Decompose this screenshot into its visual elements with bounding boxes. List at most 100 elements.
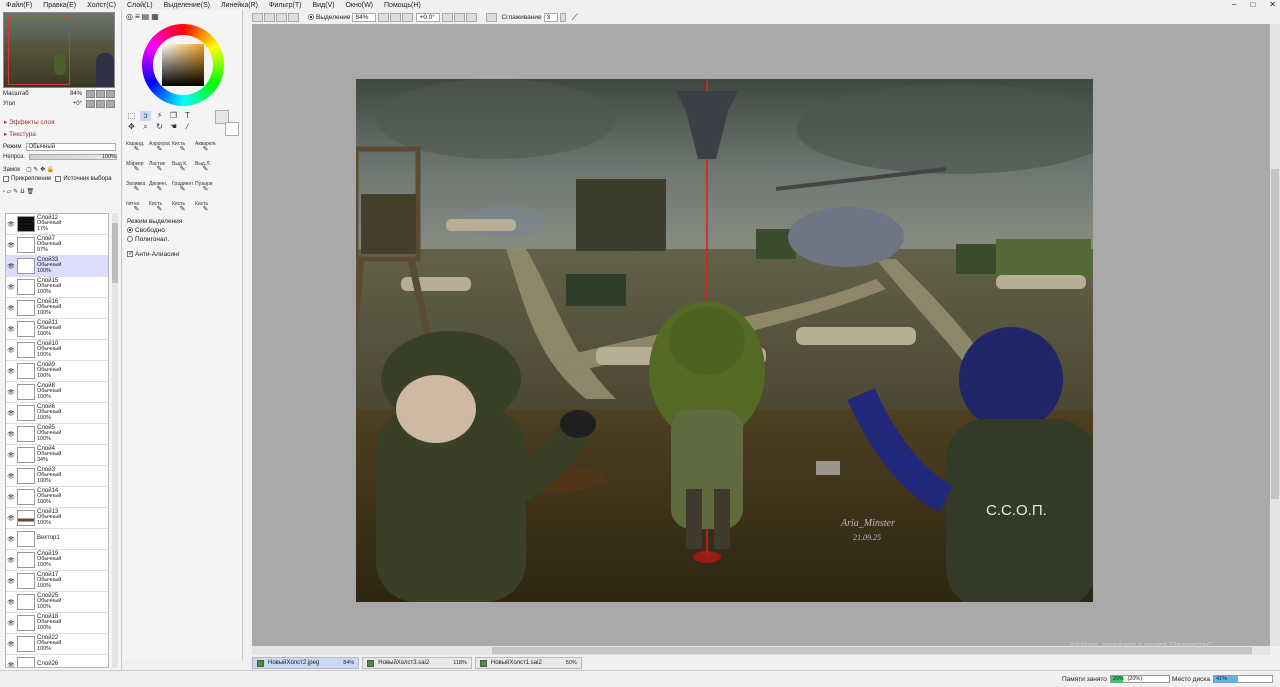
- zoom-in-button[interactable]: [96, 89, 105, 98]
- color-square[interactable]: [162, 44, 204, 86]
- visibility-eye-icon[interactable]: 👁: [6, 599, 16, 606]
- menu-item[interactable]: Вид(V): [312, 2, 334, 9]
- close-icon[interactable]: ✕: [1269, 0, 1276, 9]
- layer-row[interactable]: 👁 Слой12 Обычный 17%: [6, 214, 108, 235]
- brush-slot[interactable]: Кисть ✎: [195, 201, 216, 218]
- visibility-eye-icon[interactable]: 👁: [6, 347, 16, 354]
- menu-item[interactable]: Холст(C): [87, 2, 116, 9]
- toolbar-button-4[interactable]: [288, 12, 299, 22]
- layer-effects-section[interactable]: ▸ Эффекты слоя: [4, 118, 55, 126]
- hand-icon[interactable]: ☚: [168, 122, 179, 132]
- layer-row[interactable]: 👁 Слой18 Обычный 100%: [6, 613, 108, 634]
- maximize-icon[interactable]: □: [1250, 0, 1255, 9]
- canvas-area[interactable]: С.С.О.П. Aria_Minster 21.09.25: [252, 24, 1270, 646]
- flip-icon[interactable]: [486, 12, 498, 22]
- angle-field[interactable]: +0.0°: [416, 12, 441, 22]
- zoom-out-button[interactable]: [86, 89, 95, 98]
- zoom-fit-icon[interactable]: [402, 12, 414, 22]
- rotate-ccw-icon[interactable]: [442, 12, 454, 22]
- delete-layer-icon[interactable]: 🗑: [27, 188, 35, 195]
- rotate-right-button[interactable]: [96, 99, 105, 108]
- visibility-eye-icon[interactable]: 👁: [6, 305, 16, 312]
- layer-row[interactable]: 👁 Слой22 Обычный 100%: [6, 634, 108, 655]
- visibility-eye-icon[interactable]: 👁: [6, 473, 16, 480]
- rect-select-icon[interactable]: ⬚: [126, 111, 137, 121]
- document-tab[interactable]: НовыйХолст2.jpeg 84%: [252, 657, 360, 669]
- rotate-reset-icon[interactable]: [466, 12, 478, 22]
- smoothing-field[interactable]: 3: [543, 12, 558, 22]
- text-icon[interactable]: T: [182, 111, 193, 121]
- brush-slot[interactable]: Кисть ✎: [172, 201, 193, 218]
- visibility-eye-icon[interactable]: 👁: [6, 326, 16, 333]
- visibility-eye-icon[interactable]: 👁: [6, 452, 16, 459]
- smoothing-dropdown[interactable]: [559, 12, 566, 22]
- lock-icons[interactable]: ▢ ✎ ✥ 🔒: [26, 166, 54, 173]
- layer-row[interactable]: 👁 Слой7 Обычный 97%: [6, 235, 108, 256]
- toolbar-button-1[interactable]: [252, 12, 263, 22]
- visibility-eye-icon[interactable]: 👁: [6, 515, 16, 522]
- brush-slot[interactable]: пятно ✎: [126, 201, 147, 218]
- opacity-slider[interactable]: 100%: [28, 154, 117, 160]
- polygon-option[interactable]: Полигонал.: [127, 235, 182, 244]
- visibility-eye-icon[interactable]: 👁: [6, 641, 16, 648]
- canvas-vertical-scrollbar[interactable]: [1270, 24, 1280, 646]
- brush-slot[interactable]: Ластик ✎: [149, 161, 170, 178]
- antialias-option[interactable]: ✓ Анти-Алиасинг: [127, 250, 182, 259]
- scale-value[interactable]: 84%: [33, 91, 85, 97]
- blend-mode-select[interactable]: Обычный: [25, 143, 116, 151]
- visibility-eye-icon[interactable]: 👁: [6, 662, 16, 668]
- brush-slot[interactable]: Заливка ✎: [126, 181, 147, 198]
- brush-slot[interactable]: Акварель ✎: [195, 141, 216, 158]
- layer-row[interactable]: 👁 Слой19 Обычный 100%: [6, 550, 108, 571]
- visibility-eye-icon[interactable]: 👁: [6, 620, 16, 627]
- layer-row[interactable]: 👁 Слой13 Обычный 100%: [6, 508, 108, 529]
- selection-toggle[interactable]: [308, 14, 314, 20]
- layer-row[interactable]: 👁 Слой5 Обычный 100%: [6, 424, 108, 445]
- visibility-eye-icon[interactable]: 👁: [6, 410, 16, 417]
- layer-row[interactable]: 👁 Слой17 Обычный 100%: [6, 571, 108, 592]
- layer-row[interactable]: 👁 Слой11 Обычный 100%: [6, 319, 108, 340]
- brush-slot[interactable]: Аэрограф ✎: [149, 141, 170, 158]
- menu-item[interactable]: Линейка(R): [221, 2, 258, 9]
- visibility-eye-icon[interactable]: 👁: [6, 389, 16, 396]
- merge-icon[interactable]: ⇊: [20, 188, 25, 195]
- layer-row[interactable]: 👁 Слой8 Обычный 100%: [6, 382, 108, 403]
- zoom-out-icon[interactable]: [378, 12, 390, 22]
- artwork-canvas[interactable]: С.С.О.П. Aria_Minster 21.09.25: [356, 79, 1093, 602]
- rotate-left-button[interactable]: [86, 99, 95, 108]
- source-checkbox[interactable]: [55, 176, 62, 182]
- free-option[interactable]: Свободно: [127, 226, 182, 235]
- zoom-reset-button[interactable]: [106, 89, 115, 98]
- zoom-in-icon[interactable]: [390, 12, 402, 22]
- color-bars-tab-icon[interactable]: ≡: [135, 12, 140, 21]
- visibility-eye-icon[interactable]: 👁: [6, 242, 16, 249]
- menu-item[interactable]: Правка(E): [43, 2, 76, 9]
- layer-row[interactable]: 👁 Слой26: [6, 655, 108, 668]
- visibility-eye-icon[interactable]: 👁: [6, 431, 16, 438]
- document-tab[interactable]: НовыйХолст3.sai2 118%: [362, 657, 472, 669]
- new-vector-icon[interactable]: ✎: [13, 188, 18, 195]
- visibility-eye-icon[interactable]: 👁: [6, 578, 16, 585]
- layer-row[interactable]: 👁 Слой9 Обычный 100%: [6, 361, 108, 382]
- angle-value[interactable]: +0°: [33, 101, 85, 107]
- color-wheel[interactable]: [142, 24, 224, 106]
- toolbar-button-3[interactable]: [276, 12, 287, 22]
- layer-row[interactable]: 👁 Вектор1: [6, 529, 108, 550]
- magic-wand-icon[interactable]: ⚡: [154, 111, 165, 121]
- rotate-reset-button[interactable]: [106, 99, 115, 108]
- lasso-icon[interactable]: ↄ: [140, 111, 151, 121]
- brush-slot[interactable]: Выд.К. ✎: [172, 161, 193, 178]
- visibility-eye-icon[interactable]: 👁: [6, 284, 16, 291]
- brush-slot[interactable]: Каранд. ✎: [126, 141, 147, 158]
- visibility-eye-icon[interactable]: 👁: [6, 494, 16, 501]
- layer-row[interactable]: 👁 Слой10 Обычный 100%: [6, 340, 108, 361]
- move-icon[interactable]: ✥: [126, 122, 137, 132]
- visibility-eye-icon[interactable]: 👁: [6, 536, 16, 543]
- brush-slot[interactable]: Двоичн. ✎: [149, 181, 170, 198]
- pen-pressure-icon[interactable]: ⟋: [572, 12, 578, 23]
- brush-slot[interactable]: Выд.Л. ✎: [195, 161, 216, 178]
- zoom-icon[interactable]: ⌕: [140, 122, 151, 132]
- menu-item[interactable]: Файл(F): [6, 2, 32, 9]
- eyedropper-icon[interactable]: ⁄: [182, 122, 193, 132]
- rotate-cw-icon[interactable]: [454, 12, 466, 22]
